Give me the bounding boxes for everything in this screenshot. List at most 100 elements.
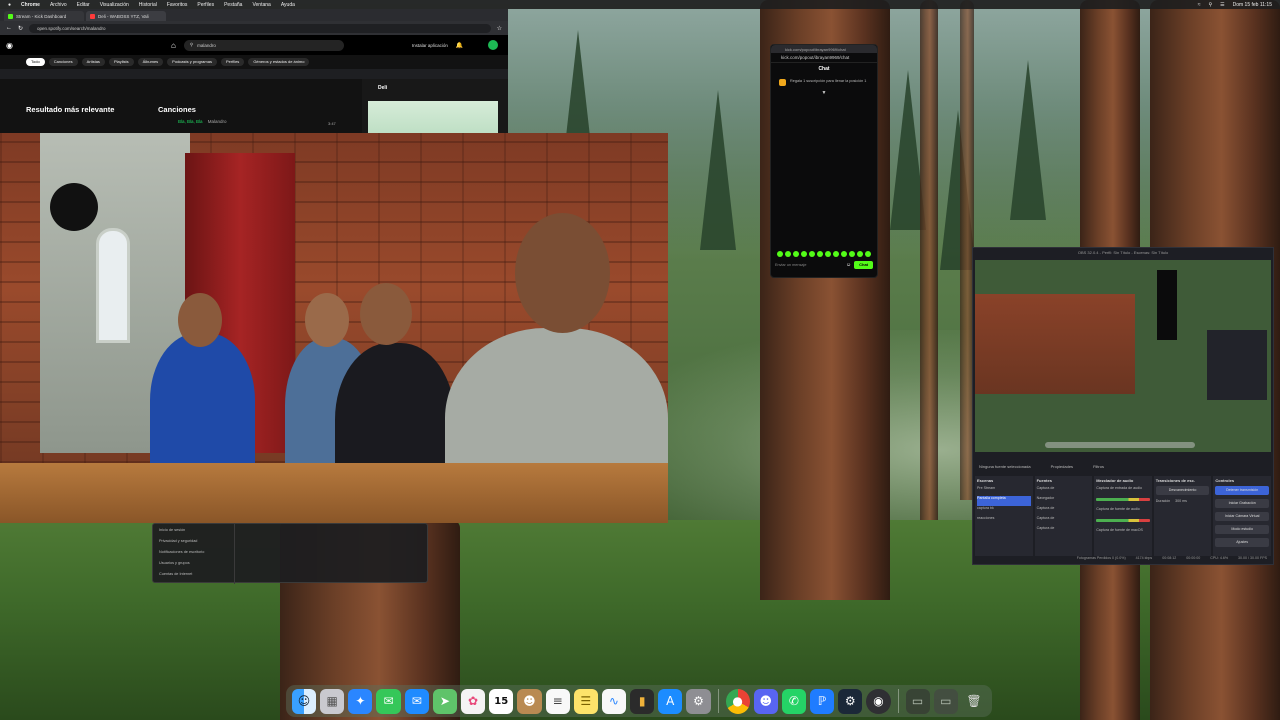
trash-icon[interactable]: 🗑 [962, 689, 986, 714]
steam-icon[interactable]: ⚙ [838, 688, 863, 714]
emote-icon[interactable] [849, 251, 855, 257]
filter-chip[interactable]: Canciones [48, 58, 78, 66]
emote-icon[interactable] [825, 251, 831, 257]
freeform-icon[interactable]: ∿ [601, 688, 627, 714]
apple-menu-icon[interactable]: ● [8, 2, 11, 8]
menu-item[interactable]: Historial [139, 2, 157, 8]
filter-chip[interactable]: Álbumes [137, 58, 164, 66]
menu-item[interactable]: Editar [77, 2, 90, 8]
menu-item[interactable]: Perfiles [197, 2, 214, 8]
reload-icon[interactable]: ↻ [18, 25, 23, 32]
obs-preview[interactable] [975, 260, 1271, 452]
launchpad-icon[interactable]: ▦ [320, 688, 345, 714]
popup-item[interactable]: Cuentas de Internet [159, 572, 228, 583]
search-icon[interactable]: ⚲ [1208, 2, 1212, 8]
duration-input[interactable]: 300 ms [1175, 499, 1187, 503]
filter-chip[interactable]: Playlists [108, 58, 134, 66]
filter-chip[interactable]: Artistas [81, 58, 105, 66]
emote-icon[interactable] [817, 251, 823, 257]
notes-icon[interactable]: ☰ [573, 688, 598, 714]
emote-icon[interactable] [801, 251, 807, 257]
avatar[interactable] [488, 40, 498, 50]
scene-item[interactable]: reacciones [977, 516, 1031, 526]
emote-icon[interactable] [841, 251, 847, 257]
source-item[interactable]: Navegador [1037, 496, 1091, 506]
source-item[interactable]: Captura de [1037, 506, 1091, 516]
filter-chip[interactable]: Géneros y estados de ánimo [248, 58, 310, 66]
keynote-icon[interactable]: ▮ [630, 688, 655, 714]
mail-icon[interactable]: ✉ [404, 688, 429, 714]
audio-meter[interactable] [1096, 498, 1150, 501]
url-field[interactable]: open.spotify.com/search/malandro [29, 23, 491, 33]
search-input[interactable]: ⚲ malandro [183, 39, 344, 51]
source-item[interactable]: Captura de [1037, 526, 1091, 536]
minimized-window-icon[interactable]: ▭ [905, 688, 930, 714]
popup-item[interactable]: Usuarios y grupos [159, 561, 228, 572]
emote-icon[interactable] [793, 251, 799, 257]
bluetooth-icon[interactable]: ℙ [810, 688, 835, 714]
install-app-button[interactable]: Instalar aplicación [412, 43, 448, 48]
menu-item[interactable]: Pestaña [224, 2, 242, 8]
emote-icon[interactable] [785, 251, 791, 257]
notifications-icon[interactable]: 🔔 [456, 42, 463, 49]
discord-icon[interactable]: ☻ [753, 688, 778, 714]
transition-select[interactable]: Desvanecimiento [1155, 486, 1210, 495]
popup-item[interactable]: Inicio de sesión [159, 528, 228, 539]
properties-button[interactable]: Propiedades [1051, 464, 1073, 470]
finder-icon[interactable]: ☺ [291, 688, 317, 714]
menu-item[interactable]: Favoritos [167, 2, 188, 8]
chrome-icon[interactable]: ● [725, 688, 750, 714]
contacts-icon[interactable]: ☻ [517, 688, 542, 714]
tab-kick-dashboard[interactable]: Stream - Kick Dashboard [4, 11, 84, 21]
start-recording-button[interactable]: Iniciar Grabación [1215, 499, 1269, 508]
back-icon[interactable]: ← [6, 25, 12, 31]
filter-chip[interactable]: Podcasts y programas [167, 58, 217, 66]
chevron-down-icon[interactable]: ▼ [771, 90, 877, 96]
home-icon[interactable]: ⌂ [171, 41, 176, 50]
filter-chip[interactable]: Perfiles [220, 58, 245, 66]
menu-item[interactable]: Visualización [100, 2, 129, 8]
scene-item[interactable]: Pre Stream [977, 486, 1031, 496]
source-item[interactable]: Captura de [1037, 486, 1091, 496]
star-icon[interactable]: ☆ [497, 25, 502, 32]
menu-clock[interactable]: Dom 15 feb 11:15 [1233, 2, 1272, 8]
scene-item[interactable]: Pantalla completa [977, 496, 1031, 506]
menu-item[interactable]: Archivo [50, 2, 67, 8]
whatsapp-icon[interactable]: ✆ [781, 688, 807, 714]
settings-button[interactable]: Ajustes [1215, 538, 1269, 547]
menu-item[interactable]: Ventana [252, 2, 270, 8]
emote-icon[interactable] [809, 251, 815, 257]
chat-url[interactable]: kick.com/popout/ibrayan9969/chat [771, 53, 877, 63]
popup-item[interactable]: Notificaciones de escritorio [159, 550, 228, 561]
reminders-icon[interactable]: ≡ [545, 688, 570, 714]
filters-button[interactable]: Filtros [1093, 464, 1104, 470]
obs-icon[interactable]: ◉ [866, 688, 891, 714]
wifi-icon[interactable]: ≈ [1198, 2, 1201, 8]
virtual-camera-button[interactable]: Iniciar Cámara Virtual [1215, 512, 1269, 521]
audio-meter[interactable] [1096, 519, 1150, 522]
source-item[interactable]: Captura de [1037, 516, 1091, 526]
filter-chip[interactable]: Todo [26, 58, 45, 66]
safari-icon[interactable]: ✦ [348, 688, 373, 714]
emote-icon[interactable] [865, 251, 871, 257]
calendar-icon[interactable]: 15 [489, 688, 514, 714]
chat-send-button[interactable]: Chat [854, 261, 873, 269]
popup-item[interactable]: Privacidad y seguridad [159, 539, 228, 550]
system-settings-icon[interactable]: ⚙ [686, 688, 711, 714]
tab-youtube[interactable]: Deli - WABOSS YTZ, Vali [86, 11, 166, 21]
app-store-icon[interactable]: A [658, 688, 683, 714]
menu-item[interactable]: Ayuda [281, 2, 295, 8]
emote-icon[interactable] [857, 251, 863, 257]
minimized-window-icon[interactable]: ▭ [933, 688, 958, 714]
photos-icon[interactable]: ✿ [461, 688, 486, 714]
spotify-logo-icon[interactable]: ◉ [6, 41, 13, 50]
chat-input[interactable]: Enviar un mensaje [775, 263, 843, 267]
emoji-icon[interactable]: ☺ [846, 262, 851, 268]
song-row[interactable]: Bla, Bla, Bla Malandro [178, 119, 227, 124]
studio-mode-button[interactable]: Modo estudio [1215, 525, 1269, 534]
maps-icon[interactable]: ➤ [432, 688, 457, 714]
control-center-icon[interactable]: ☰ [1220, 2, 1224, 8]
emote-icon[interactable] [777, 251, 783, 257]
stop-stream-button[interactable]: Detener transmisión [1215, 486, 1269, 495]
emote-icon[interactable] [833, 251, 839, 257]
